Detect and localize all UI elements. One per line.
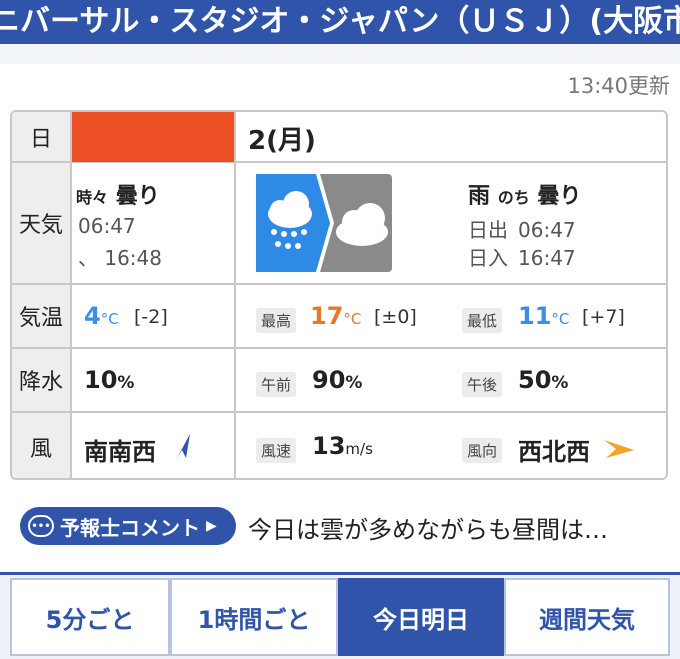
tab-5min[interactable]: 5分ごと [10,578,170,656]
wind-left-direction: 南南西 [84,438,156,466]
rain-then-cloudy-icon [256,174,392,272]
today-marker [72,112,234,162]
chat-bubble-icon: ••• [28,515,54,537]
sunset-left-label: 、 [78,246,98,270]
sunrise-right: 日出 06:47 [468,214,576,243]
precip-pm-value: 50 [518,366,552,394]
wind-speed-value: 13 [312,432,346,460]
wind-arrow-left-icon [170,432,194,466]
wind-speed: 13m/s [312,432,373,460]
temp-left-value: 4 [84,302,101,330]
sunset-left-time: 16:48 [104,246,162,270]
tab-weekly[interactable]: 週間天気 [504,578,670,656]
temp-high-diff: [±0] [374,306,417,328]
weather-right-connector: のち [497,188,530,207]
weather-right-main1: 雨 [468,184,491,209]
temp-low-value: 11 [518,302,552,330]
header-divider [0,44,680,64]
day-label: 2(月) [248,126,316,156]
forecaster-comment-label: 予報士コメント [60,515,200,540]
row-label-wind: 風 [12,412,72,478]
row-label-temp: 気温 [12,284,72,348]
precip-left-unit: % [117,373,135,393]
precip-pm-unit: % [551,373,569,393]
temp-low: 11°C [518,302,569,330]
weather-left: 時々 曇り [76,178,160,210]
row-label-weather: 天気 [12,162,72,284]
precip-am-value: 90 [312,366,346,394]
weather-right: 雨 のち 曇り [468,178,581,210]
forecaster-comment-text[interactable]: 今日は雲が多めながらも昼間は… [248,510,608,545]
tab-today-tomorrow[interactable]: 今日明日 [338,578,504,656]
pm-label: 午後 [462,372,503,397]
wind-arrow-right-icon [602,436,636,464]
location-title: ニバーサル・スタジオ・ジャパン（ＵＳＪ）(大阪市 [0,4,680,39]
temp-high-value: 17 [310,302,344,330]
low-label: 最低 [462,308,503,333]
row-divider [12,283,666,285]
temp-high-unit: °C [343,310,362,328]
sunrise-label: 日出 [468,218,508,242]
view-tabs: 5分ごと 1時間ごと 今日明日 週間天気 [0,572,680,659]
temp-low-unit: °C [551,310,570,328]
precip-left: 10% [84,366,134,394]
am-label: 午前 [256,372,297,397]
precip-am: 90% [312,366,362,394]
temp-left-diff: [-2] [134,306,168,328]
temp-high: 17°C [310,302,361,330]
column-divider [234,112,236,478]
row-label-precip: 降水 [12,348,72,412]
wind-speed-label: 風速 [256,438,297,463]
app-header: ニバーサル・スタジオ・ジャパン（ＵＳＪ）(大阪市 [0,0,680,44]
forecaster-comment-button[interactable]: ••• 予報士コメント ▶ [20,507,236,545]
precip-pm: 50% [518,366,568,394]
precip-left-value: 10 [84,366,118,394]
sunset-left: 、 16:48 [78,242,162,271]
sunset-right: 日入 16:47 [468,242,576,271]
sunrise-left-time: 06:47 [78,214,136,238]
precip-am-unit: % [345,373,363,393]
weather-left-prefix: 時々 [76,188,109,207]
row-divider [12,347,666,349]
tab-hourly[interactable]: 1時間ごと [170,578,338,656]
weather-right-main2: 曇り [537,184,582,209]
temp-low-diff: [+7] [582,306,625,328]
row-divider [12,411,666,413]
forecast-table: 日 天気 気温 降水 風 2(月) 時々 曇り 06:47 、 16:48 雨 … [10,110,668,480]
sunset-time: 16:47 [518,246,576,270]
play-arrow-icon: ▶ [206,518,217,534]
wind-speed-unit: m/s [345,440,373,458]
updated-time: 13:40更新 [567,74,670,98]
sunset-label: 日入 [468,246,508,270]
sunrise-left: 06:47 [78,214,136,238]
high-label: 最高 [256,308,297,333]
temp-left-unit: °C [100,310,119,328]
wind-direction: 西北西 [518,438,590,466]
row-label-day: 日 [12,112,72,162]
sunrise-time: 06:47 [518,218,576,242]
temp-left: 4°C [84,302,119,330]
weather-left-main: 曇り [115,184,160,209]
wind-dir-label: 風向 [462,438,503,463]
